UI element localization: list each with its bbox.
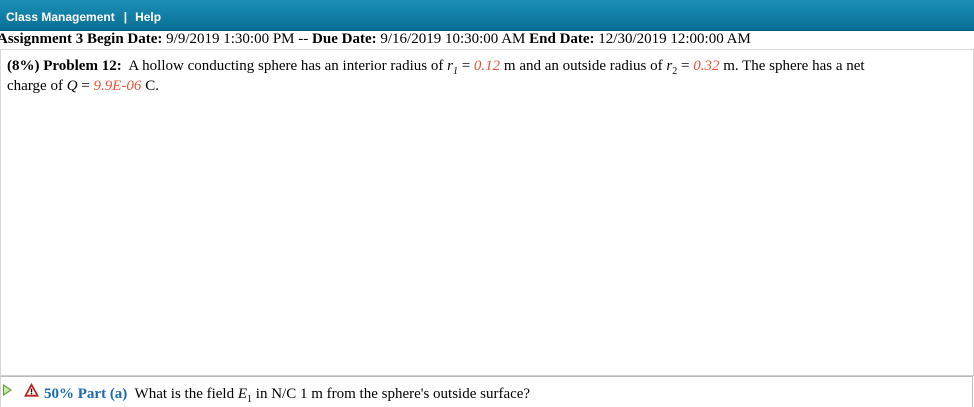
equals-sign-3: =	[81, 78, 90, 94]
due-date-label: Due Date:	[312, 31, 377, 47]
r2-value: 0.32	[693, 58, 720, 74]
part-a-text-1: What is the field	[134, 386, 235, 402]
equals-sign-2: =	[680, 58, 690, 74]
e1-subscript: 1	[247, 394, 253, 405]
e1-symbol: E	[237, 386, 248, 402]
problem-statement: (8%) Problem 12: A hollow conducting sph…	[7, 56, 887, 96]
end-date-label: End Date:	[529, 31, 595, 47]
unit-m: m	[503, 58, 516, 74]
nav-separator: |	[123, 10, 128, 24]
problem-text-2: and an outside radius of	[519, 58, 663, 74]
problem-number: Problem 12:	[43, 58, 122, 74]
q-symbol: Q	[66, 78, 78, 94]
problem-text-1: A hollow conducting sphere has an interi…	[128, 58, 444, 74]
class-management-link[interactable]: Class Management	[6, 10, 115, 24]
problem-panel: (8%) Problem 12: A hollow conducting sph…	[0, 49, 974, 376]
part-a-bar[interactable]: 50% Part (a) What is the field E1 in N/C…	[0, 376, 973, 407]
r1-value: 0.12	[473, 58, 501, 74]
expand-arrow-icon[interactable]	[3, 384, 12, 396]
equals-sign: =	[461, 58, 471, 74]
date-separator: --	[298, 31, 309, 47]
warning-icon	[24, 383, 39, 397]
help-link[interactable]: Help	[135, 10, 161, 24]
top-nav-bar: Class Management | Help	[0, 0, 974, 31]
due-date: 9/16/2019 10:30:00 AM	[380, 31, 526, 47]
part-a-text-2: in N/C 1 m from the sphere's outside sur…	[255, 386, 531, 402]
part-a-label[interactable]: 50% Part (a)	[44, 386, 127, 402]
q-value: 9.9E-06	[93, 78, 142, 94]
unit-c: C.	[145, 78, 159, 94]
top-nav-links: Class Management | Help	[6, 10, 161, 24]
assignment-dates-bar: Assignment 3 Begin Date: 9/9/2019 1:30:0…	[0, 31, 974, 50]
r2-subscript: 2	[672, 66, 678, 77]
part-a-question: 50% Part (a) What is the field E1 in N/C…	[44, 386, 531, 405]
begin-date: 9/9/2019 1:30:00 PM	[166, 31, 295, 47]
end-date: 12/30/2019 12:00:00 AM	[598, 31, 751, 47]
assignment-begin-label: Assignment 3 Begin Date:	[0, 31, 163, 47]
r1-subscript: 1	[452, 66, 458, 77]
problem-weight: (8%)	[7, 58, 40, 74]
